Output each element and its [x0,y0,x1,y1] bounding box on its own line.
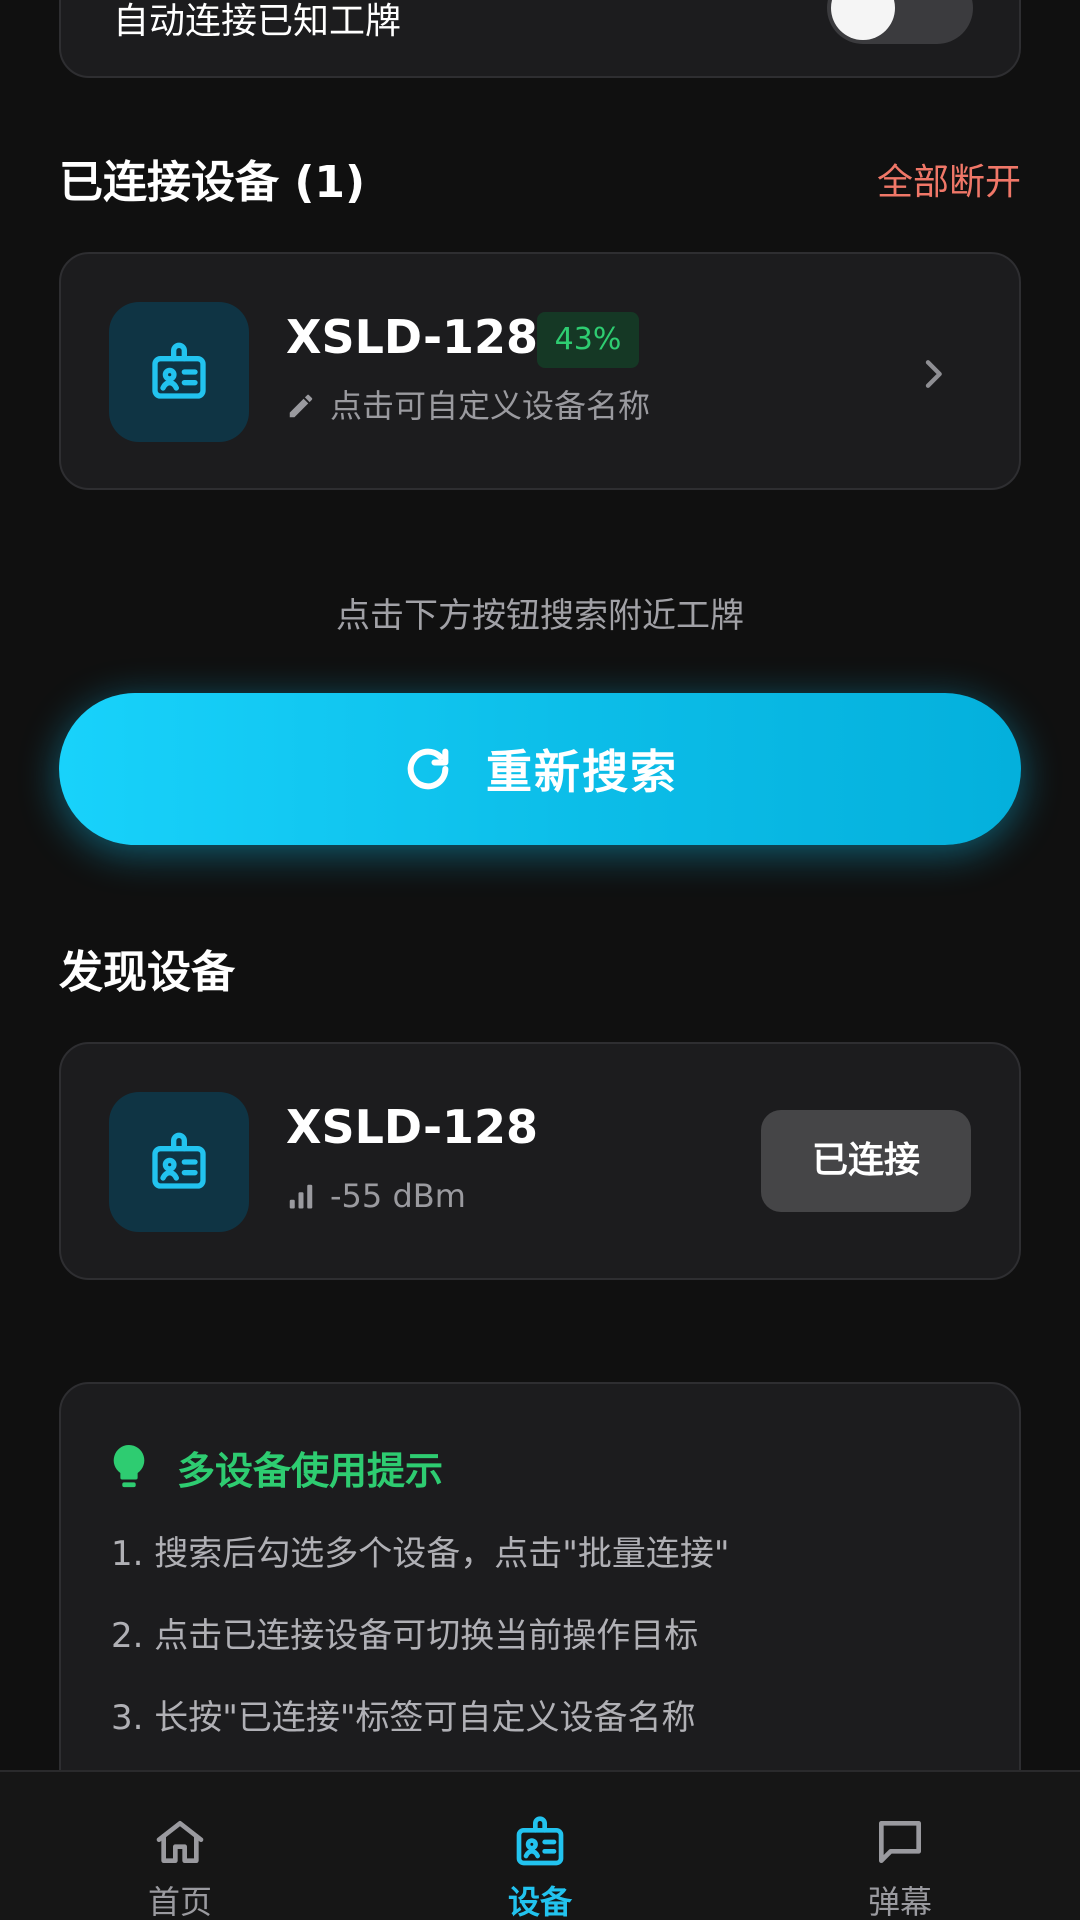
nav-item-devices[interactable]: 设备 [360,1772,720,1920]
tip-line: 1. 搜索后勾选多个设备，点击"批量连接" [111,1534,730,1574]
connected-devices-title: 已连接设备 (1) [59,157,366,208]
nav-label-danmaku: 弹幕 [867,1883,932,1920]
rescan-button-label: 重新搜索 [486,745,678,799]
discovered-device-card[interactable]: XSLD-128 -55 dBm 已连接 [59,1042,1021,1280]
connected-status-button[interactable]: 已连接 [761,1110,971,1212]
battery-badge: 43% [537,312,639,368]
discovered-device-name: XSLD-128 [286,1100,539,1154]
signal-row: -55 dBm [286,1176,466,1216]
badge-icon [152,342,206,399]
chevron-right-icon [925,360,942,388]
tips-header: 多设备使用提示 [111,1440,443,1495]
refresh-icon [407,748,449,790]
disconnect-all-button[interactable]: 全部断开 [877,158,1021,208]
device-avatar [109,1092,249,1232]
rename-hint-row[interactable]: 点击可自定义设备名称 [286,386,650,426]
lightbulb-icon [113,1444,145,1487]
signal-bars-icon [289,1184,313,1209]
nav-item-home[interactable]: 首页 [0,1772,360,1920]
rescan-button[interactable]: 重新搜索 [59,693,1021,845]
auto-connect-toggle[interactable] [827,0,973,44]
pencil-icon [289,394,313,418]
tip-line: 2. 点击已连接设备可切换当前操作目标 [111,1616,699,1656]
connected-device-card[interactable]: XSLD-128 43% 点击可自定义设备名称 [59,252,1021,490]
connected-device-name: XSLD-128 [286,310,539,364]
discovered-devices-title: 发现设备 [59,947,235,998]
auto-connect-card: 自动连接已知工牌 [59,0,1021,78]
search-hint: 点击下方按钮搜索附近工牌 [336,596,744,636]
chat-icon [879,1821,921,1863]
tips-title: 多设备使用提示 [177,1449,444,1493]
devices-screen: 自动连接已知工牌 已连接设备 (1) 全部断开 XSLD-128 43% 点击可… [0,0,1080,1920]
badge-icon [152,1132,206,1189]
toggle-knob [831,0,895,40]
rename-hint: 点击可自定义设备名称 [330,387,651,425]
device-avatar [109,302,249,442]
badge-icon [516,1816,564,1866]
nav-label-home: 首页 [147,1883,212,1920]
nav-label-devices: 设备 [507,1883,572,1920]
home-icon [156,1821,204,1863]
signal-strength: -55 dBm [330,1177,466,1215]
nav-item-danmaku[interactable]: 弹幕 [720,1772,1080,1920]
auto-connect-label: 自动连接已知工牌 [113,1,402,42]
multi-device-tips-card: 多设备使用提示 1. 搜索后勾选多个设备，点击"批量连接" 2. 点击已连接设备… [59,1382,1021,1802]
bottom-navigation: 首页 设备 弹幕 [0,1770,1080,1920]
tip-line: 3. 长按"已连接"标签可自定义设备名称 [111,1698,696,1738]
